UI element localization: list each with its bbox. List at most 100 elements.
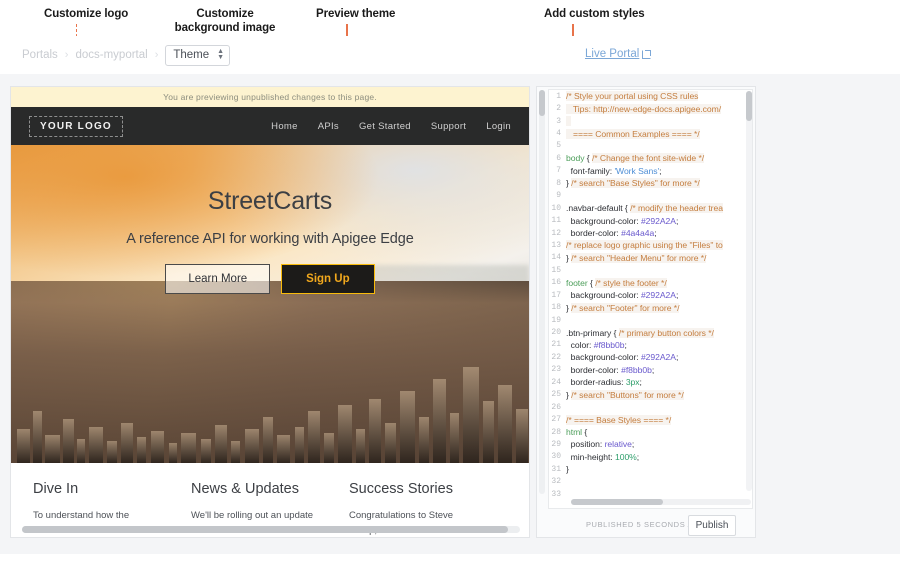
code-token: ; <box>676 216 678 226</box>
portal-logo-placeholder[interactable]: YOUR LOGO <box>29 116 123 137</box>
breadcrumb-bar: Portals › docs-myportal › Theme ▲▼ <box>0 36 900 74</box>
code-line[interactable]: 27/* ==== Base Styles ==== */ <box>549 413 752 425</box>
card-heading: News & Updates <box>191 481 323 497</box>
code-line[interactable]: 17 background-color: #292A2A; <box>549 289 752 301</box>
code-line[interactable]: 21 color: #f8bb0b; <box>549 339 752 351</box>
code-line[interactable]: 10.navbar-default { /* modify the header… <box>549 202 752 214</box>
breadcrumb-separator-2: › <box>155 49 159 61</box>
line-number: 1 <box>549 92 566 101</box>
code-line[interactable]: 25} /* search "Buttons" for more */ <box>549 389 752 401</box>
code-line[interactable]: 32 <box>549 476 752 488</box>
live-portal-link[interactable]: Live Portal <box>585 48 651 60</box>
code-text: ==== Common Examples ==== */ <box>566 129 752 139</box>
code-token: body <box>566 153 584 163</box>
code-line[interactable]: 31} <box>549 463 752 475</box>
breadcrumb-separator-1: › <box>65 49 69 61</box>
code-token: background-color: <box>566 290 641 300</box>
code-line[interactable]: 29 position: relative; <box>549 438 752 450</box>
code-text: } /* search "Buttons" for more */ <box>566 390 752 400</box>
code-token: /* ==== Base Styles ==== */ <box>566 415 671 425</box>
code-line[interactable]: 11 background-color: #292A2A; <box>549 214 752 226</box>
code-horizontal-scrollbar[interactable] <box>571 499 751 505</box>
code-token: ; <box>640 377 642 387</box>
code-text: color: #f8bb0b; <box>566 340 752 350</box>
code-line[interactable]: 26 <box>549 401 752 413</box>
annotation-label-customize-logo: Customize logo <box>44 8 128 20</box>
code-line[interactable]: 24 border-radius: 3px; <box>549 376 752 388</box>
code-line[interactable]: 7 font-family: 'Work Sans'; <box>549 165 752 177</box>
line-number: 16 <box>549 278 566 287</box>
code-line[interactable]: 15 <box>549 264 752 276</box>
nav-link-support[interactable]: Support <box>431 121 466 132</box>
code-line[interactable]: 23 border-color: #f8bb0b; <box>549 364 752 376</box>
sign-up-button[interactable]: Sign Up <box>281 264 374 294</box>
code-token: 'Work Sans' <box>614 166 659 176</box>
code-line[interactable]: 9 <box>549 190 752 202</box>
code-text: background-color: #292A2A; <box>566 216 752 226</box>
nav-link-home[interactable]: Home <box>271 121 298 132</box>
nav-link-login[interactable]: Login <box>486 121 511 132</box>
card-heading: Success Stories <box>349 481 481 497</box>
code-token: background-color: <box>566 216 641 226</box>
annotation-label-customize-background-image-line1: Customize <box>174 8 276 20</box>
code-token: ; <box>632 439 634 449</box>
annotation-label-add-custom-styles: Add custom styles <box>544 8 645 20</box>
code-line[interactable]: 4 ==== Common Examples ==== */ <box>549 127 752 139</box>
code-line[interactable]: 8} /* search "Base Styles" for more */ <box>549 177 752 189</box>
css-code-editor[interactable]: 1/* Style your portal using CSS rules2 T… <box>548 89 753 509</box>
code-line[interactable]: 30 min-height: 100%; <box>549 451 752 463</box>
code-token: 100% <box>615 452 637 462</box>
code-text: } /* search "Base Styles" for more */ <box>566 178 752 188</box>
code-line[interactable]: 1/* Style your portal using CSS rules <box>549 90 752 102</box>
code-line[interactable]: 14} /* search "Header Menu" for more */ <box>549 252 752 264</box>
code-text: min-height: 100%; <box>566 452 752 462</box>
code-text: position: relative; <box>566 439 752 449</box>
code-token: background-color: <box>566 352 641 362</box>
line-number: 30 <box>549 452 566 461</box>
section-select-theme[interactable]: Theme ▲▼ <box>165 45 230 66</box>
code-line[interactable]: 2 Tips: http://new-edge-docs.apigee.com/ <box>549 102 752 114</box>
code-token: html <box>566 427 582 437</box>
code-token: footer <box>566 278 588 288</box>
line-number: 7 <box>549 166 566 175</box>
card-body: We'll be rolling out an update to the or… <box>191 508 323 538</box>
nav-link-apis[interactable]: APIs <box>318 121 339 132</box>
code-line[interactable]: 18} /* search "Footer" for more */ <box>549 301 752 313</box>
code-line[interactable]: 19 <box>549 314 752 326</box>
code-text: footer { /* style the footer */ <box>566 278 752 288</box>
code-token: ; <box>676 290 678 300</box>
line-number: 6 <box>549 154 566 163</box>
code-token: ; <box>659 166 661 176</box>
line-number: 26 <box>549 403 566 412</box>
code-line[interactable]: 13/* replace logo graphic using the "Fil… <box>549 239 752 251</box>
code-token: font-family: <box>566 166 614 176</box>
hero-title: StreetCarts <box>11 187 529 216</box>
code-token: .btn-primary { <box>566 328 619 338</box>
code-line[interactable]: 16footer { /* style the footer */ <box>549 277 752 289</box>
preview-horizontal-scrollbar[interactable] <box>22 526 520 533</box>
portal-hero: StreetCarts A reference API for working … <box>11 145 529 463</box>
publish-button[interactable]: Publish <box>688 515 736 536</box>
code-line[interactable]: 5 <box>549 140 752 152</box>
breadcrumb-portals[interactable]: Portals <box>22 49 58 61</box>
learn-more-button[interactable]: Learn More <box>165 264 270 294</box>
code-line[interactable]: 22 background-color: #292A2A; <box>549 351 752 363</box>
code-token: position: <box>566 439 605 449</box>
panel-vertical-scrollbar[interactable] <box>539 90 545 494</box>
line-number: 21 <box>549 340 566 349</box>
card-body: Congratulations to Steve Sharp, who laun… <box>349 508 481 538</box>
code-text: /* Style your portal using CSS rules <box>566 91 752 101</box>
section-select-value: Theme <box>173 49 209 61</box>
code-line[interactable]: 6body { /* Change the font site-wide */ <box>549 152 752 164</box>
code-line[interactable]: 20.btn-primary { /* primary button color… <box>549 326 752 338</box>
code-token: ; <box>676 352 678 362</box>
code-text: html { <box>566 427 752 437</box>
code-line[interactable]: 3 <box>549 115 752 127</box>
code-line[interactable]: 28html { <box>549 426 752 438</box>
code-text: } /* search "Header Menu" for more */ <box>566 253 752 263</box>
nav-link-get-started[interactable]: Get Started <box>359 121 411 132</box>
code-line[interactable]: 12 border-color: #4a4a4a; <box>549 227 752 239</box>
code-vertical-scrollbar[interactable] <box>746 91 752 491</box>
code-token: ==== Common Examples ==== */ <box>566 129 700 139</box>
breadcrumb-portal-name[interactable]: docs-myportal <box>75 49 147 61</box>
